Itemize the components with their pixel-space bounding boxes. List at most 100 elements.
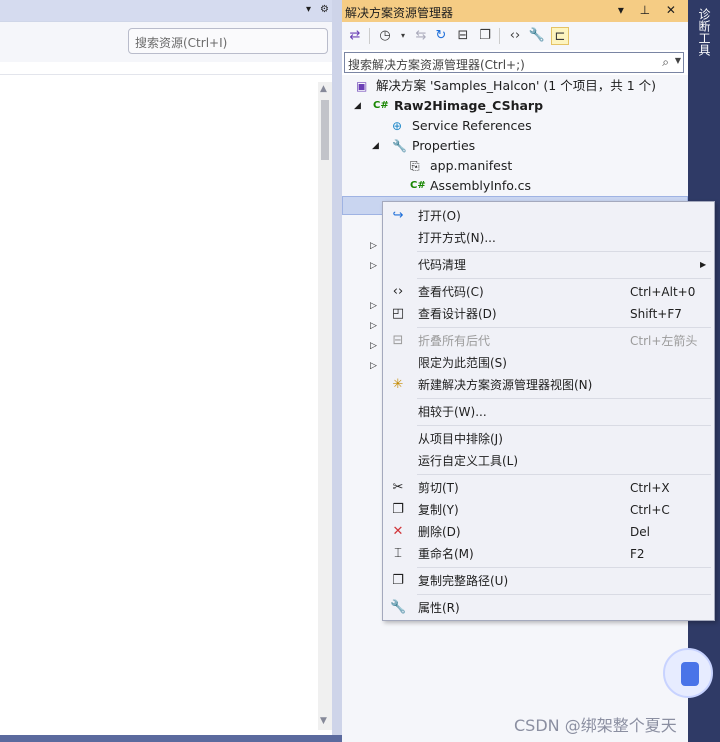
menu-item-label: 查看设计器(D) — [418, 307, 497, 321]
csharp-project-icon: C# — [373, 100, 389, 111]
usb-icon — [681, 662, 699, 686]
chevron-down-icon[interactable]: ▼ — [675, 56, 681, 65]
menu-item-open[interactable]: ↪ 打开(O) — [384, 205, 714, 227]
diagnostic-tools-tab[interactable]: 诊断工具 — [696, 8, 713, 56]
wrench-icon: 🔧 — [390, 600, 407, 615]
copy-icon: ❐ — [392, 502, 404, 517]
menu-item-copy-full-path[interactable]: ❐ 复制完整路径(U) — [384, 570, 714, 592]
open-arrow-icon: ↪ — [392, 208, 404, 223]
menu-item-scope-to-this[interactable]: 限定为此范围(S) — [384, 352, 714, 374]
expanded-arrow-icon[interactable]: ◢ — [372, 136, 379, 156]
menu-item-label: 属性(R) — [418, 601, 460, 615]
solution-explorer-title-bar: 解决方案资源管理器 ▾ ⊥ ✕ — [342, 0, 688, 22]
wrench-icon: 🔧 — [392, 139, 407, 153]
toolbar-separator — [369, 28, 370, 44]
delete-x-icon: ✕ — [392, 524, 404, 539]
designer-icon: ◰ — [391, 306, 405, 321]
scroll-down-icon[interactable]: ▼ — [320, 716, 327, 726]
menu-item-shortcut: Ctrl+C — [630, 503, 670, 517]
menu-item-label: 相较于(W)... — [418, 405, 487, 419]
wrench-icon[interactable]: 🔧 — [528, 27, 546, 45]
tree-item-project[interactable]: ◢ C# Raw2Himage_CSharp — [342, 96, 688, 116]
chevron-down-icon[interactable]: ▾ — [394, 27, 412, 45]
scrollbar-thumb[interactable] — [321, 100, 329, 160]
toolbar-separator — [499, 28, 500, 44]
collapsed-arrow-icon[interactable]: ▷ — [370, 321, 377, 331]
history-icon[interactable]: ◷ — [376, 27, 394, 45]
rename-icon: ⌶ — [394, 546, 402, 561]
code-view-icon[interactable]: ‹› — [506, 27, 524, 45]
tree-item-label: Raw2Himage_CSharp — [394, 98, 544, 113]
collapsed-arrow-icon[interactable]: ▷ — [370, 301, 377, 311]
collapsed-arrow-icon[interactable]: ▷ — [370, 261, 377, 271]
vertical-scrollbar[interactable]: ▲ ▼ — [318, 82, 332, 730]
menu-item-view-designer[interactable]: ◰ 查看设计器(D) Shift+F7 — [384, 303, 714, 325]
solution-search-input[interactable]: 搜索解决方案资源管理器(Ctrl+;) ⌕ ▼ — [344, 52, 684, 73]
menu-item-rename[interactable]: ⌶ 重命名(M) F2 — [384, 543, 714, 565]
menu-item-cut[interactable]: ✂ 剪切(T) Ctrl+X — [384, 477, 714, 499]
code-view-icon: ‹› — [392, 284, 404, 299]
menu-item-label: 重命名(M) — [418, 547, 474, 561]
scroll-up-icon[interactable]: ▲ — [320, 84, 327, 94]
copy-view-icon[interactable]: ❐ — [476, 27, 494, 45]
menu-item-run-custom-tool[interactable]: 运行自定义工具(L) — [384, 450, 714, 472]
collapse-all-icon[interactable]: ⊟ — [454, 27, 472, 45]
left-pane-body — [0, 75, 318, 735]
left-pane-title-bar: ▾ ⚙ — [0, 0, 340, 22]
tree-item-solution[interactable]: ▣ 解决方案 'Samples_Halcon' (1 个项目，共 1 个) — [342, 76, 688, 96]
menu-item-code-cleanup[interactable]: 代码清理 ▶ — [384, 254, 714, 276]
menu-item-shortcut: Ctrl+Alt+0 — [630, 285, 696, 299]
collapse-icon: ⊟ — [392, 333, 404, 348]
dropdown-arrow-icon[interactable]: ▾ — [306, 4, 311, 15]
tree-item-label: AssemblyInfo.cs — [430, 178, 532, 193]
menu-item-shortcut: Ctrl+X — [630, 481, 670, 495]
menu-item-label: 折叠所有后代 — [418, 334, 491, 348]
menu-separator — [417, 327, 711, 328]
menu-item-delete[interactable]: ✕ 删除(D) Del — [384, 521, 714, 543]
new-view-icon: ✳ — [392, 377, 404, 392]
title-window-buttons[interactable]: ▾ ⊥ ✕ — [618, 3, 682, 17]
menu-separator — [417, 398, 711, 399]
menu-item-new-view[interactable]: ✳ 新建解决方案资源管理器视图(N) — [384, 374, 714, 396]
tree-item-app-manifest[interactable]: ⎘ app.manifest — [342, 156, 688, 176]
menu-separator — [417, 278, 711, 279]
csharp-file-icon: C# — [410, 180, 426, 191]
refresh-icon[interactable]: ↻ — [432, 27, 450, 45]
menu-item-properties[interactable]: 🔧 属性(R) — [384, 597, 714, 619]
floating-assistant-button[interactable] — [663, 648, 713, 698]
menu-item-compare-with[interactable]: 相较于(W)... — [384, 401, 714, 423]
copy-path-icon: ❐ — [392, 573, 404, 588]
menu-separator — [417, 594, 711, 595]
menu-item-label: 限定为此范围(S) — [418, 356, 507, 370]
settings-gear-icon[interactable]: ⚙ — [320, 4, 329, 15]
tree-item-label: 解决方案 'Samples_Halcon' (1 个项目，共 1 个) — [376, 78, 657, 93]
collapsed-arrow-icon[interactable]: ▷ — [370, 241, 377, 251]
menu-item-label: 运行自定义工具(L) — [418, 454, 519, 468]
tree-item-service-references[interactable]: ⊕ Service References — [342, 116, 688, 136]
menu-item-label: 查看代码(C) — [418, 285, 484, 299]
menu-item-shortcut: F2 — [630, 547, 645, 561]
menu-separator — [417, 251, 711, 252]
menu-item-label: 删除(D) — [418, 525, 461, 539]
scissors-icon: ✂ — [392, 480, 404, 495]
tree-item-assembly-info[interactable]: C# AssemblyInfo.cs — [342, 176, 688, 196]
collapsed-arrow-icon[interactable]: ▷ — [370, 341, 377, 351]
menu-item-label: 从项目中排除(J) — [418, 432, 503, 446]
resource-search-input[interactable]: 搜索资源(Ctrl+I) — [128, 28, 328, 54]
sync-arrows-icon[interactable]: ⇆ — [412, 27, 430, 45]
vs-switch-view-icon[interactable]: ⇄ — [346, 27, 364, 45]
service-references-icon: ⊕ — [392, 119, 403, 133]
menu-item-exclude-from-project[interactable]: 从项目中排除(J) — [384, 428, 714, 450]
search-icon[interactable]: ⌕ — [662, 55, 669, 70]
menu-item-label: 新建解决方案资源管理器视图(N) — [418, 378, 593, 392]
tree-item-properties[interactable]: ◢ 🔧 Properties — [342, 136, 688, 156]
menu-item-shortcut: Shift+F7 — [630, 307, 682, 321]
preview-icon[interactable]: ⊏ — [551, 27, 569, 45]
context-menu: ↪ 打开(O) 打开方式(N)... 代码清理 ▶ ‹› 查看代码(C) Ctr… — [382, 201, 715, 621]
menu-item-open-with[interactable]: 打开方式(N)... — [384, 227, 714, 249]
expanded-arrow-icon[interactable]: ◢ — [354, 96, 361, 116]
collapsed-arrow-icon[interactable]: ▷ — [370, 361, 377, 371]
pane-splitter[interactable] — [332, 0, 342, 742]
menu-item-view-code[interactable]: ‹› 查看代码(C) Ctrl+Alt+0 — [384, 281, 714, 303]
menu-item-copy[interactable]: ❐ 复制(Y) Ctrl+C — [384, 499, 714, 521]
